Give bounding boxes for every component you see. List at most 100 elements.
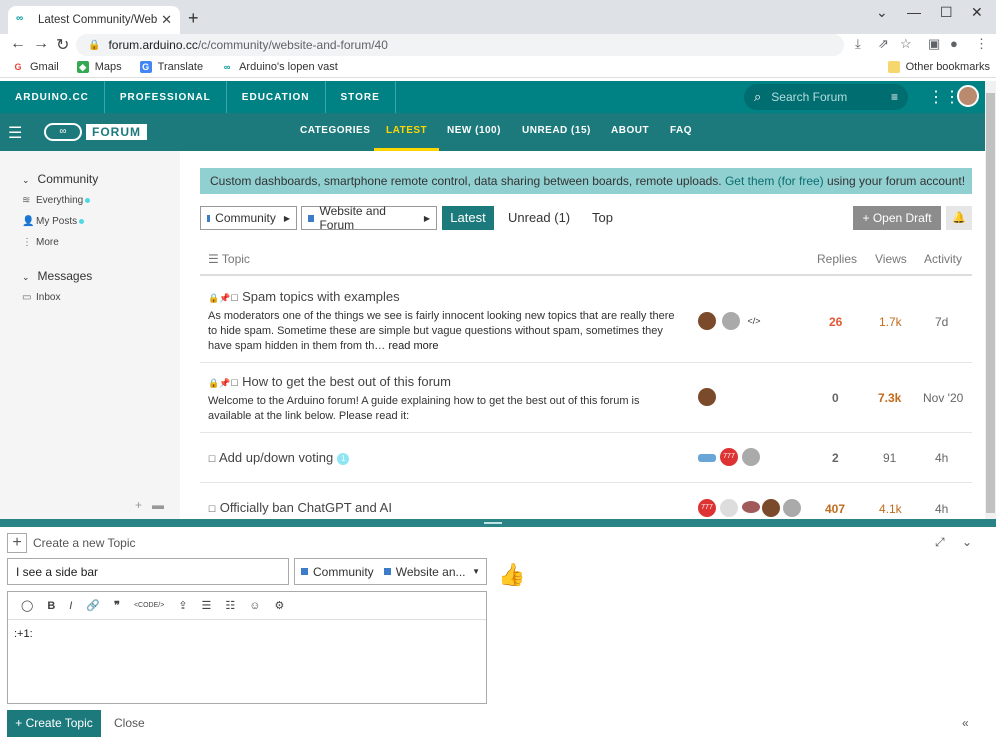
tab-unread[interactable]: UNREAD (15)	[522, 113, 591, 151]
read-more-link[interactable]: read more	[388, 340, 438, 352]
window-close-icon[interactable]: ✕	[971, 4, 983, 21]
bookmark-translate[interactable]: G Translate	[139, 60, 203, 73]
keyboard-icon[interactable]: ▬	[152, 498, 164, 512]
activity-time[interactable]: 4h	[935, 502, 948, 516]
table-row[interactable]: ☐ Officially ban ChatGPT and AI 777 407 …	[200, 483, 972, 519]
gear-icon[interactable]: ⚙	[275, 599, 285, 612]
header-activity[interactable]: Activity	[924, 252, 962, 266]
header-views[interactable]: Views	[875, 252, 907, 266]
avatar-777[interactable]: 777	[720, 448, 738, 466]
profile-icon[interactable]: ●	[950, 36, 958, 51]
sidebar-section-messages[interactable]: ⌄ Messages	[22, 269, 92, 283]
editor-textarea[interactable]: :+1:	[8, 620, 486, 648]
tab-categories[interactable]: CATEGORIES	[300, 113, 370, 151]
avatar[interactable]	[742, 501, 760, 513]
avatar[interactable]	[698, 388, 716, 406]
category-dropdown[interactable]: Community ▶	[200, 206, 297, 230]
blockquote-icon[interactable]: ❞	[114, 599, 120, 612]
scrollbar-thumb[interactable]	[986, 93, 995, 513]
bookmark-maps[interactable]: ◆ Maps	[76, 60, 122, 73]
italic-icon[interactable]: I	[69, 600, 72, 612]
nav-store[interactable]: STORE	[326, 81, 396, 113]
user-avatar[interactable]	[957, 85, 979, 107]
forum-logo[interactable]: ∞ FORUM	[44, 122, 147, 142]
table-row[interactable]: 🔒📌☐ Spam topics with examples As moderat…	[200, 278, 972, 363]
avatar[interactable]	[698, 454, 716, 462]
code-avatar-icon[interactable]: </>	[745, 312, 763, 330]
maximize-icon[interactable]: ☐	[940, 4, 953, 21]
bookmark-arduino[interactable]: ∞ Arduino's lopen vast	[221, 60, 338, 73]
sidebar-item-more[interactable]: ⋮ More	[22, 237, 59, 248]
open-draft-button[interactable]: + Open Draft	[853, 206, 941, 230]
avatar[interactable]	[783, 499, 801, 517]
topic-title[interactable]: 🔒📌☐ Spam topics with examples	[208, 289, 400, 304]
collapse-preview-icon[interactable]: «	[962, 716, 969, 730]
search-filter-icon[interactable]: ≡	[891, 90, 898, 104]
minimize-icon[interactable]: —	[907, 4, 921, 20]
browser-tab[interactable]: ∞ Latest Community/Website and F ✕	[8, 6, 180, 34]
tab-latest[interactable]: LATEST	[374, 113, 440, 151]
forward-icon[interactable]: →	[33, 35, 49, 53]
grip-handle-icon[interactable]	[484, 522, 502, 524]
filter-latest[interactable]: Latest	[442, 206, 494, 230]
add-section-icon[interactable]: +	[135, 498, 142, 512]
close-tab-icon[interactable]: ✕	[161, 12, 172, 28]
nav-arduino-cc[interactable]: ARDUINO.CC	[0, 81, 105, 113]
avatar[interactable]	[722, 312, 740, 330]
topic-title-input[interactable]: I see a side bar	[7, 558, 289, 585]
sidebar-section-community[interactable]: ⌄ Community	[22, 172, 98, 186]
code-button[interactable]: <CODE/>	[134, 602, 164, 609]
sidebar-item-inbox[interactable]: ▭ Inbox	[22, 292, 60, 303]
bookmark-other[interactable]: Other bookmarks	[887, 60, 990, 73]
avatar[interactable]	[720, 499, 738, 517]
expand-icon[interactable]: ⤢	[935, 535, 945, 550]
share-icon[interactable]: ⇗	[878, 36, 889, 52]
side-panel-icon[interactable]: ▣	[928, 36, 940, 52]
sidebar-item-everything[interactable]: ≋ Everything	[22, 195, 91, 206]
header-topic[interactable]: ☰ Topic	[208, 252, 250, 266]
tab-about[interactable]: ABOUT	[611, 113, 649, 151]
reload-icon[interactable]: ↻	[56, 35, 69, 55]
nav-education[interactable]: EDUCATION	[227, 81, 326, 113]
subcategory-dropdown[interactable]: Website and Forum ▶	[301, 204, 437, 232]
link-icon[interactable]: 🔗	[86, 599, 100, 612]
activity-time[interactable]: Nov '20	[923, 391, 963, 405]
chevron-down-icon[interactable]: ⌄	[962, 535, 972, 549]
bookmark-star-icon[interactable]: ☆	[900, 36, 912, 52]
header-replies[interactable]: Replies	[817, 252, 857, 266]
install-icon[interactable]: ⤓	[855, 36, 861, 52]
quote-bubble-icon[interactable]: ◯	[21, 599, 33, 612]
numbered-list-icon[interactable]: ☷	[225, 599, 235, 612]
tab-faq[interactable]: FAQ	[670, 113, 692, 151]
filter-top[interactable]: Top	[592, 210, 613, 225]
activity-time[interactable]: 7d	[935, 315, 948, 329]
back-icon[interactable]: ←	[10, 35, 26, 53]
activity-time[interactable]: 4h	[935, 451, 948, 465]
bold-icon[interactable]: B	[47, 600, 55, 612]
category-select[interactable]: Community Website an... ▼	[294, 558, 487, 585]
new-posts-badge[interactable]: 1	[337, 452, 350, 465]
filter-unread[interactable]: Unread (1)	[508, 210, 570, 225]
create-topic-button[interactable]: + Create Topic	[7, 710, 101, 737]
avatar[interactable]	[698, 312, 716, 330]
avatar[interactable]	[762, 499, 780, 517]
emoji-icon[interactable]: ☺	[249, 600, 260, 612]
table-row[interactable]: ☐ Add up/down voting 1 777 2 91 4h	[200, 433, 972, 483]
notification-bell-icon[interactable]: 🔔	[946, 206, 972, 230]
menu-icon[interactable]: ⋮	[975, 36, 988, 52]
close-composer-button[interactable]: Close	[114, 716, 145, 730]
nav-professional[interactable]: PROFESSIONAL	[105, 81, 227, 113]
bullet-list-icon[interactable]: ☰	[202, 599, 212, 612]
tab-new[interactable]: NEW (100)	[447, 113, 501, 151]
banner-link[interactable]: Get them (for free)	[725, 174, 824, 188]
bookmark-gmail[interactable]: G Gmail	[12, 60, 59, 73]
new-tab-icon[interactable]: +	[188, 8, 199, 29]
avatar-777[interactable]: 777	[698, 499, 716, 517]
upload-icon[interactable]: ⇪	[178, 599, 187, 612]
topic-title[interactable]: 🔒📌☐ How to get the best out of this foru…	[208, 374, 451, 389]
tab-search-icon[interactable]: ⌄	[876, 4, 888, 21]
hamburger-icon[interactable]: ☰	[8, 123, 22, 143]
table-row[interactable]: 🔒📌☐ How to get the best out of this foru…	[200, 363, 972, 433]
sidebar-item-my-posts[interactable]: 👤 My Posts	[22, 216, 85, 227]
topic-title[interactable]: ☐ Officially ban ChatGPT and AI	[208, 500, 392, 515]
